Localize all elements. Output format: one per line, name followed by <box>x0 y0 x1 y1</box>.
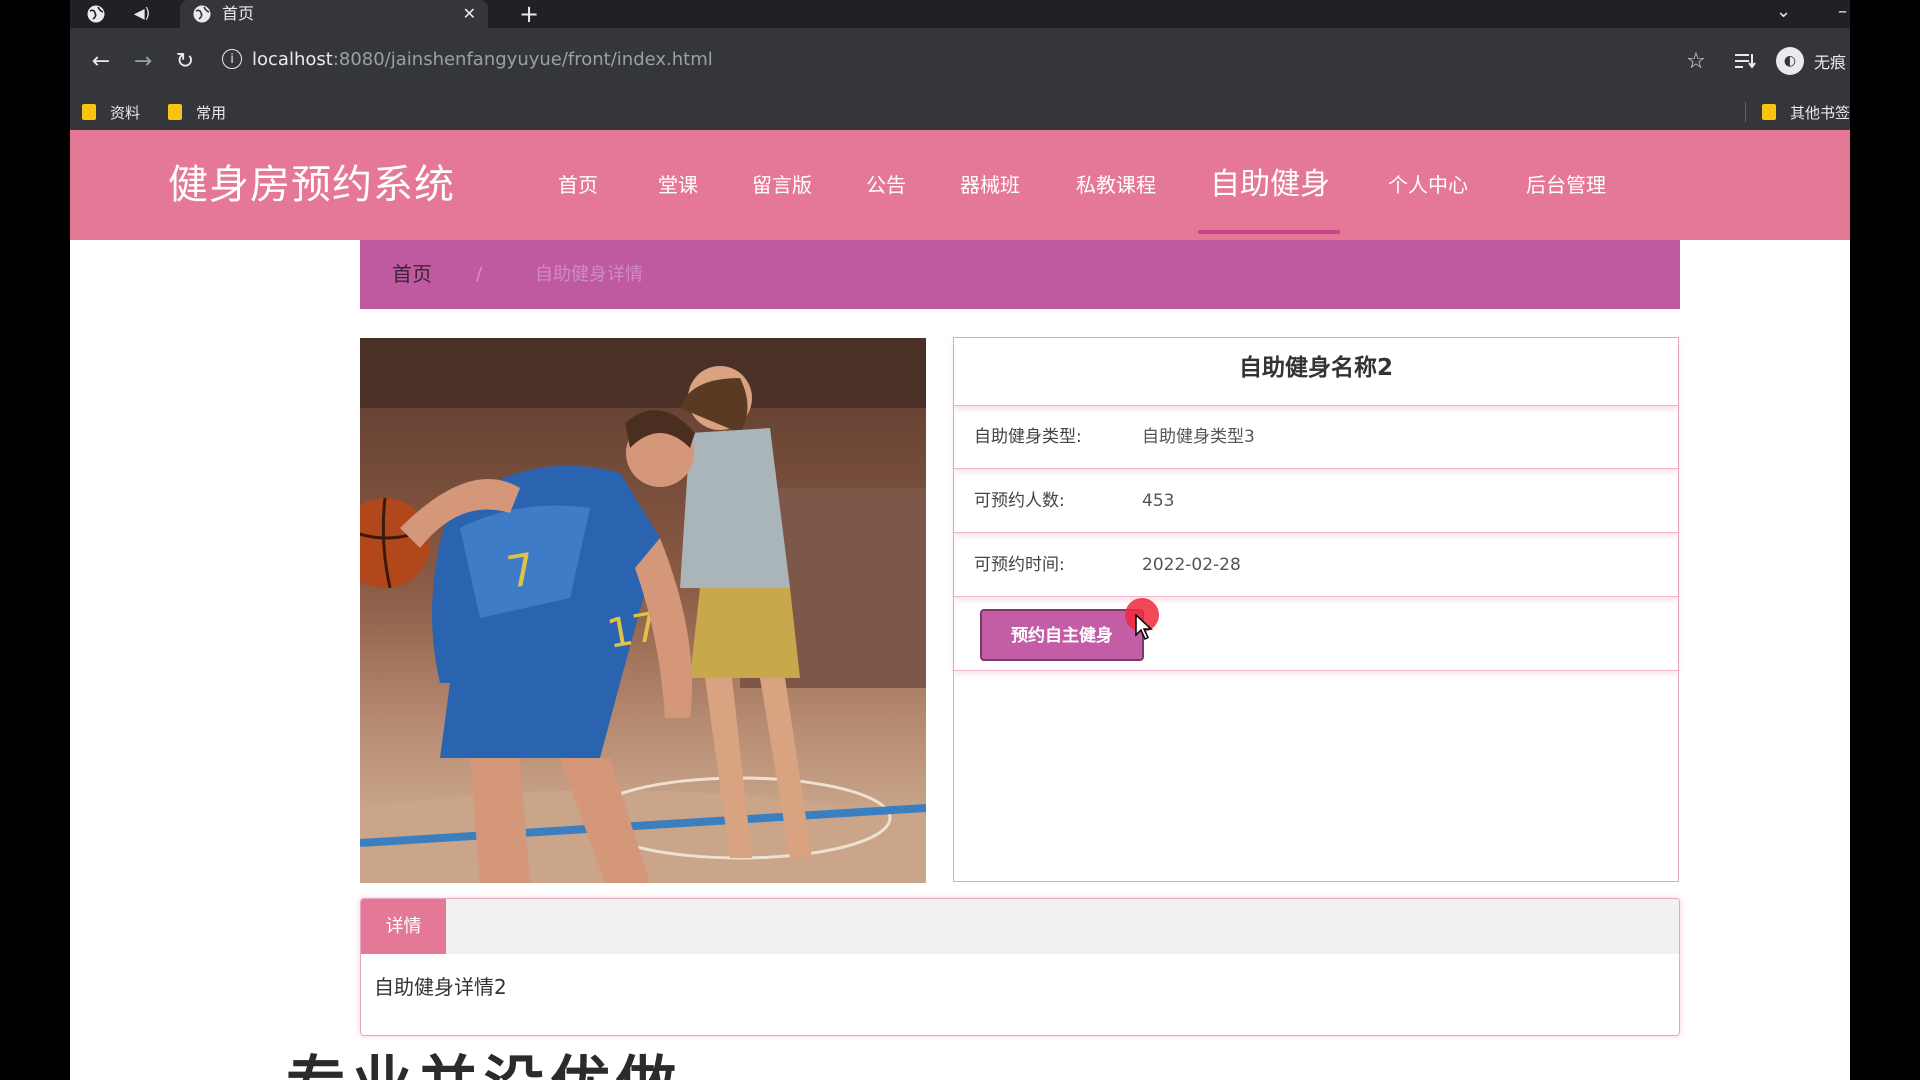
tab-detail[interactable]: 详情 <box>361 899 446 954</box>
info-row-capacity: 可预约人数: 453 <box>954 470 1678 533</box>
incognito-icon: ◐ <box>1776 47 1804 75</box>
active-nav-indicator <box>1198 230 1340 234</box>
tab-title: 首页 <box>222 4 255 23</box>
nav-private-course[interactable]: 私教课程 <box>1076 130 1156 240</box>
url-path: :8080/jainshenfangyuyue/front/index.html <box>332 49 713 70</box>
back-icon[interactable]: ← <box>86 28 116 94</box>
section-banner-text: 专业并没优做 <box>286 1050 682 1080</box>
close-tab-icon[interactable]: ✕ <box>463 0 476 28</box>
tab-favicon-icon <box>193 5 211 23</box>
bookmark-folder-ziliao[interactable]: 资料 <box>82 94 140 130</box>
minimize-icon[interactable]: – <box>1838 0 1847 24</box>
book-self-fitness-button[interactable]: 预约自主健身 <box>980 609 1144 661</box>
browser-window: ◀︎) 首页 ✕ + ⌄ – ← → ↻ i localhost:8080/ja… <box>70 0 1850 1080</box>
date-label: 可预约时间: <box>974 555 1065 575</box>
info-row-type: 自助健身类型: 自助健身类型3 <box>954 406 1678 469</box>
detail-panel: 详情 自助健身详情2 <box>360 898 1680 1036</box>
breadcrumb: 首页 / 自助健身详情 <box>360 240 1680 309</box>
nav-notice[interactable]: 公告 <box>866 130 906 240</box>
profile-button[interactable]: ◐ 无痕 <box>1776 28 1846 94</box>
capacity-label: 可预约人数: <box>974 491 1065 511</box>
breadcrumb-separator: / <box>476 264 483 285</box>
bookmark-folder-changyong[interactable]: 常用 <box>168 94 226 130</box>
globe-icon[interactable] <box>82 0 110 28</box>
capacity-value: 453 <box>1142 491 1175 511</box>
bookmarks-divider <box>1745 102 1746 122</box>
nav-equipment[interactable]: 器械班 <box>960 130 1020 240</box>
url-host: localhost <box>252 49 333 70</box>
nav-self-fitness[interactable]: 自助健身 <box>1210 130 1330 240</box>
reload-icon[interactable]: ↻ <box>170 28 200 94</box>
browser-toolbar: ← → ↻ i localhost:8080/jainshenfangyuyue… <box>70 28 1850 94</box>
tab-search-icon[interactable]: ⌄ <box>1776 0 1791 24</box>
address-bar[interactable]: i localhost:8080/jainshenfangyuyue/front… <box>212 38 1822 82</box>
breadcrumb-current: 自助健身详情 <box>535 264 643 285</box>
item-photo: 7 17 <box>360 338 926 883</box>
type-value: 自助健身类型3 <box>1142 427 1255 447</box>
bookmark-label: 常用 <box>196 103 227 122</box>
tab-strip: ◀︎) 首页 ✕ + ⌄ – <box>70 0 1850 28</box>
site-info-icon[interactable]: i <box>222 49 242 69</box>
bookmark-label: 资料 <box>110 103 141 122</box>
tab-home[interactable]: 首页 ✕ <box>180 0 488 28</box>
nav-class[interactable]: 堂课 <box>658 130 698 240</box>
item-name: 自助健身名称2 <box>954 338 1678 406</box>
mute-tab-icon[interactable]: ◀︎) <box>128 0 156 28</box>
folder-icon <box>168 104 182 120</box>
date-value: 2022-02-28 <box>1142 555 1241 575</box>
forward-icon[interactable]: → <box>128 28 158 94</box>
url-text[interactable]: localhost:8080/jainshenfangyuyue/front/i… <box>252 38 713 82</box>
item-info-card: 自助健身名称2 自助健身类型: 自助健身类型3 可预约人数: 453 可预约时间… <box>953 337 1679 882</box>
nav-user-center[interactable]: 个人中心 <box>1388 130 1468 240</box>
site-header: 健身房预约系统 首页 堂课 留言版 公告 器械班 私教课程 自助健身 个人中心 … <box>70 130 1850 240</box>
nav-admin[interactable]: 后台管理 <box>1526 130 1606 240</box>
nav-home[interactable]: 首页 <box>558 130 598 240</box>
bookmarks-bar: 资料 常用 其他书签 <box>70 94 1850 130</box>
new-tab-icon[interactable]: + <box>515 0 543 28</box>
profile-label: 无痕 <box>1814 53 1847 72</box>
nav-messages[interactable]: 留言版 <box>752 130 812 240</box>
reading-list-icon[interactable] <box>1734 28 1756 94</box>
bookmark-star-icon[interactable]: ☆ <box>1676 28 1716 94</box>
other-bookmarks-label: 其他书签 <box>1790 103 1850 122</box>
type-label: 自助健身类型: <box>974 427 1082 447</box>
detail-tab-bar: 详情 <box>361 899 1679 954</box>
folder-icon <box>82 104 96 120</box>
action-row: 预约自主健身 <box>954 598 1678 671</box>
folder-icon <box>1762 104 1776 120</box>
mouse-cursor-icon <box>1135 614 1153 640</box>
site-logo: 健身房预约系统 <box>168 162 455 208</box>
other-bookmarks[interactable]: 其他书签 <box>1762 94 1850 130</box>
detail-content: 自助健身详情2 <box>374 975 507 999</box>
info-row-date: 可预约时间: 2022-02-28 <box>954 534 1678 597</box>
breadcrumb-home[interactable]: 首页 <box>392 240 432 309</box>
